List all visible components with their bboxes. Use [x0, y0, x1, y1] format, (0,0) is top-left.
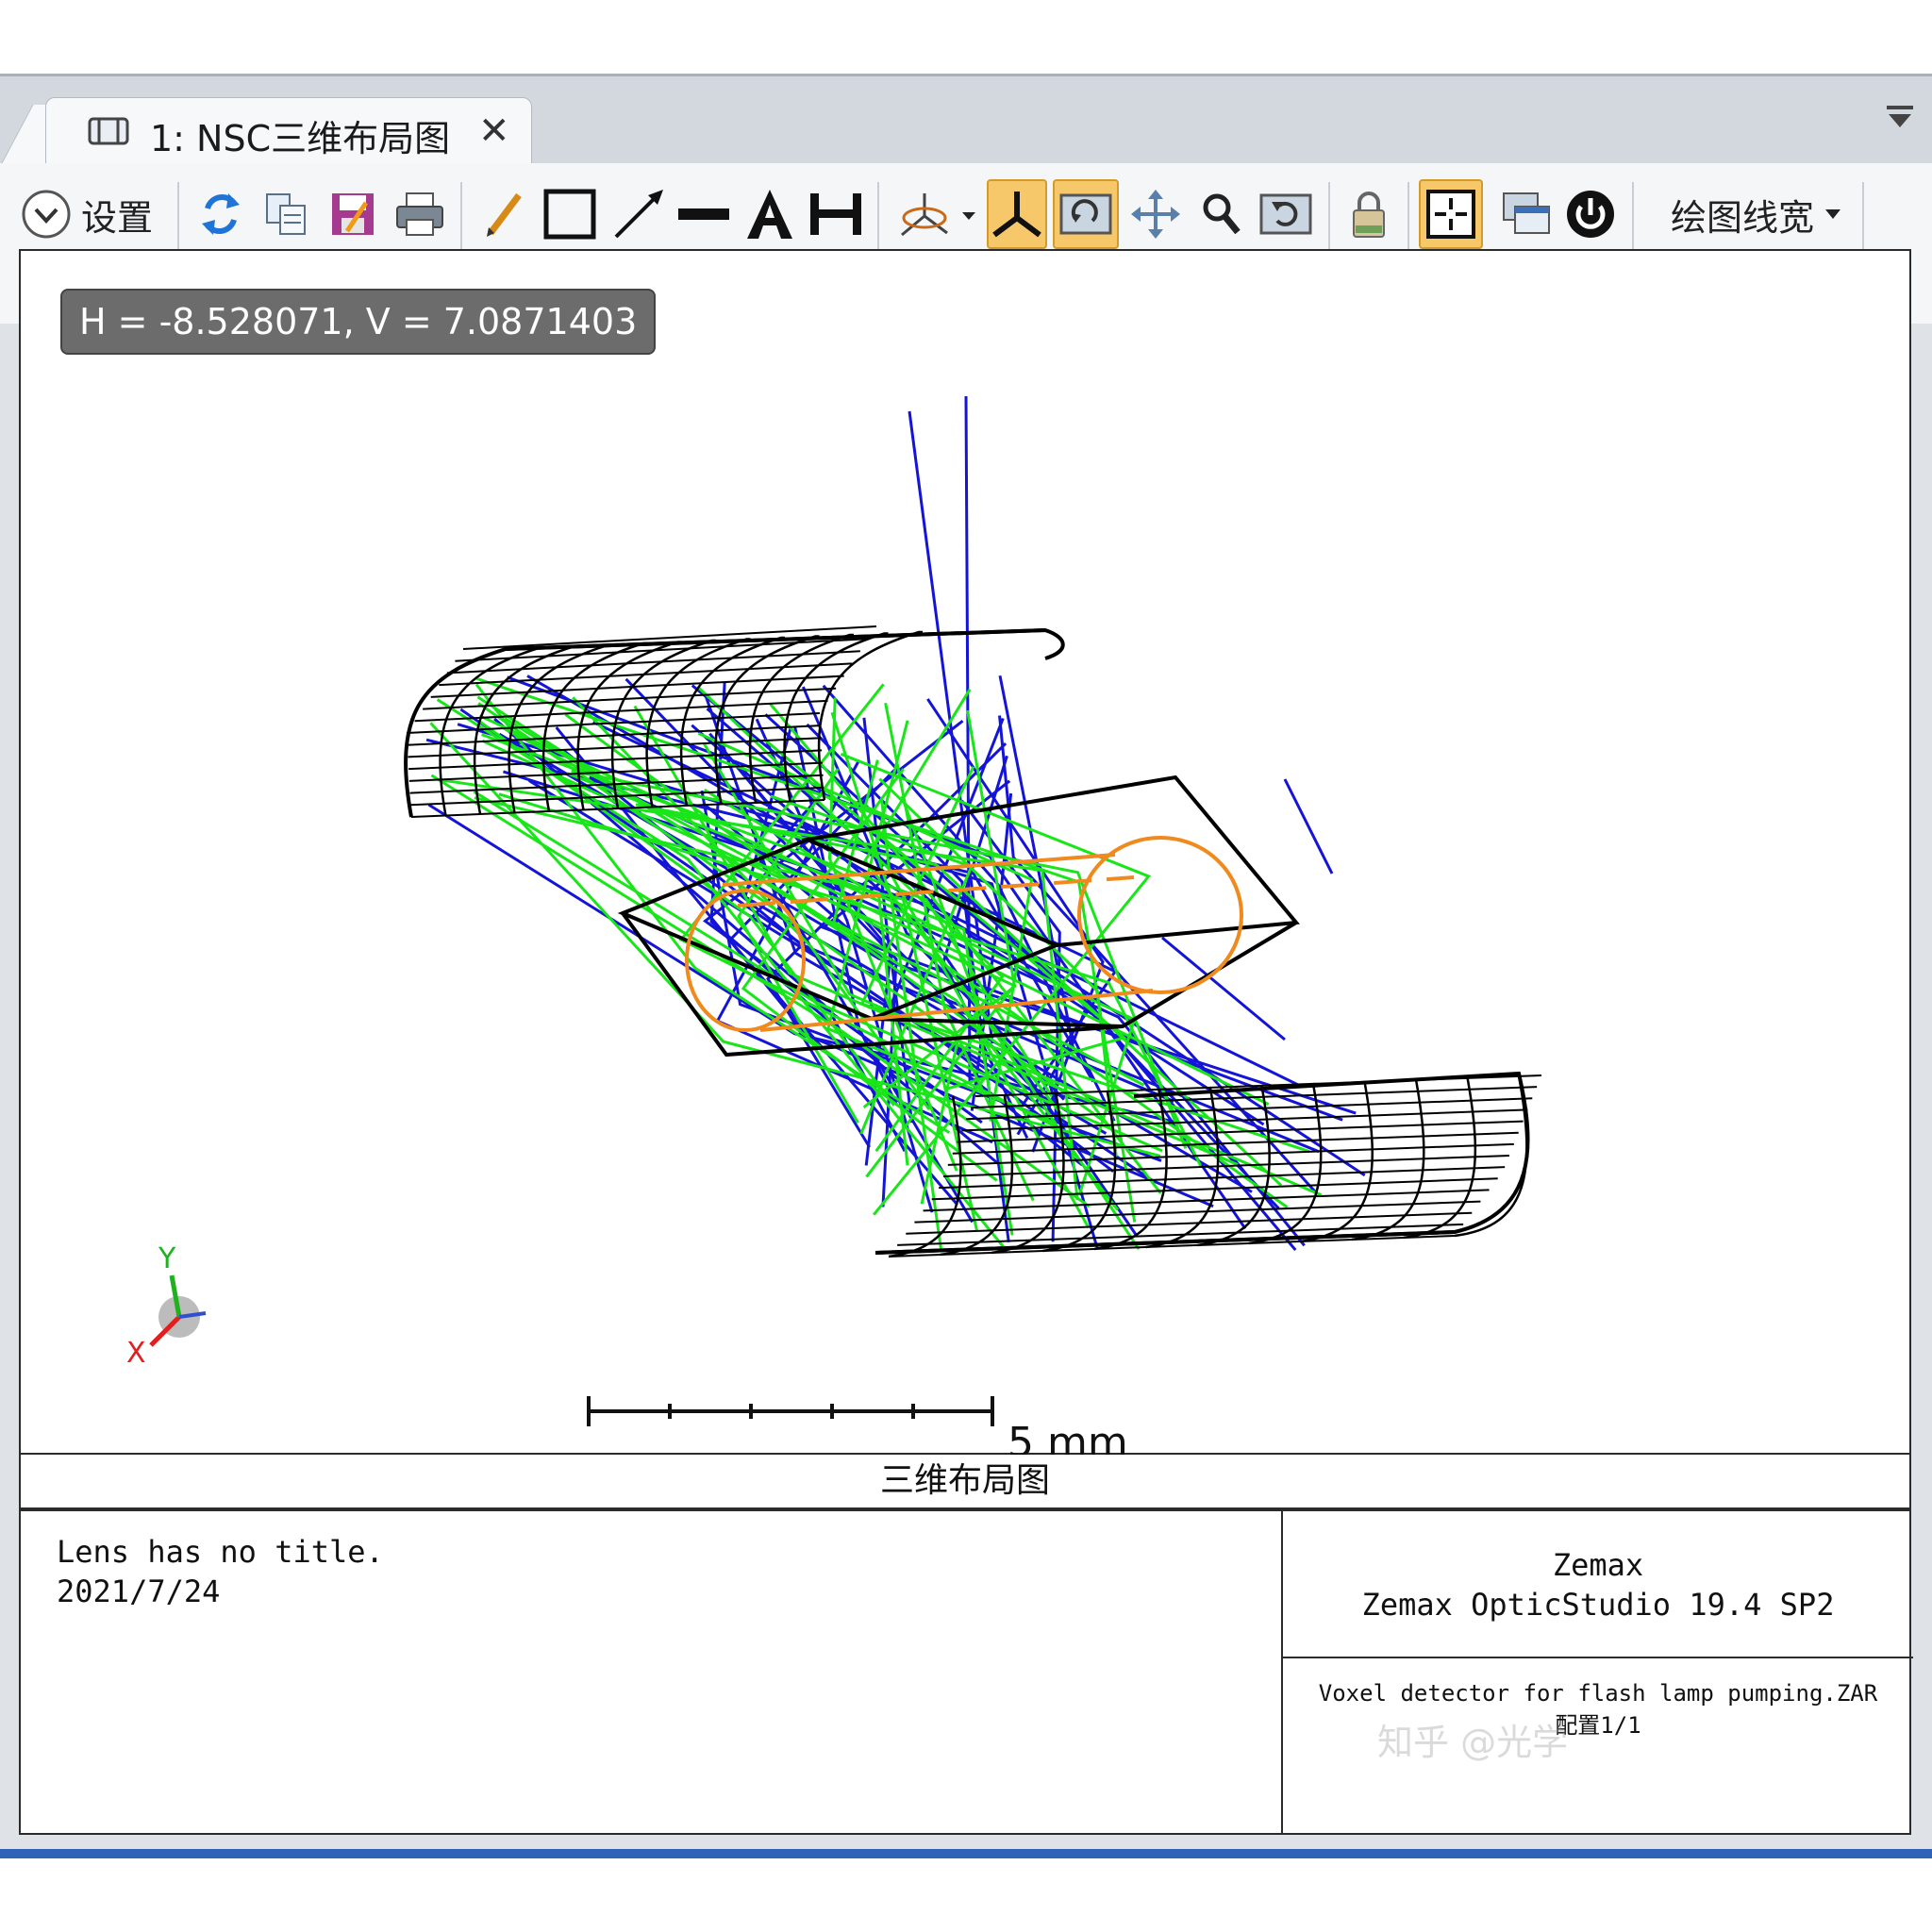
auto-redraw-icon: [1059, 193, 1112, 235]
toolbar-separator: [1407, 182, 1409, 250]
rectangle-icon: [543, 189, 596, 240]
toolbar-separator: [1862, 182, 1864, 250]
window-layout-button[interactable]: [1498, 184, 1555, 244]
settings-button[interactable]: 设置: [21, 184, 153, 244]
magnifier-icon: [1203, 193, 1241, 235]
print-icon: [396, 192, 443, 236]
text-icon: [747, 190, 792, 239]
arrow-icon: [614, 190, 663, 239]
ray-trace-green: [429, 676, 1323, 1252]
window-menu-icon[interactable]: [1885, 103, 1915, 131]
power-button[interactable]: [1562, 184, 1619, 244]
draw-pencil-button[interactable]: [481, 184, 528, 244]
copy-icon: [266, 193, 306, 235]
toolbar-separator: [1328, 182, 1330, 250]
tab-title: 1: NSC三维布局图: [150, 118, 451, 159]
auto-redraw-button[interactable]: [1053, 179, 1119, 249]
tab-strip: 1: NSC三维布局图 ✕: [0, 76, 1932, 164]
text-tool-button[interactable]: [743, 184, 796, 244]
toolbar-separator: [177, 182, 179, 250]
detector-file: Voxel detector for flash lamp pumping.ZA…: [1318, 1680, 1878, 1707]
dimension-tool-button[interactable]: [808, 184, 864, 244]
close-icon[interactable]: ✕: [478, 109, 510, 153]
watermark: 知乎 @光学: [1377, 1722, 1569, 1763]
wire-line: [914, 1200, 1481, 1224]
layout-window-icon: [88, 117, 129, 145]
layout-plot[interactable]: Y X H = -8.528071, V = 7.0871403 5 mm: [19, 249, 1911, 1467]
arrow-tool-button[interactable]: [609, 184, 668, 244]
lock-icon: [1353, 192, 1385, 238]
copy-button[interactable]: [260, 184, 313, 244]
settings-label: 设置: [81, 196, 154, 239]
caret-down-icon: [1825, 209, 1840, 219]
windows-icon: [1503, 192, 1550, 234]
brand-text: Zemax Zemax OpticStudio 19.4 SP2: [1283, 1545, 1913, 1624]
power-icon: [1567, 191, 1614, 238]
wire-line: [505, 628, 1046, 651]
product-name: Zemax OpticStudio 19.4 SP2: [1361, 1587, 1835, 1623]
fit-window-button[interactable]: [1419, 179, 1483, 249]
rotate-view-dropdown[interactable]: [894, 184, 979, 244]
line-icon: [678, 208, 729, 220]
toolbar-separator: [460, 182, 462, 250]
rotate-3d-icon: [901, 193, 975, 237]
wire-line: [439, 662, 853, 687]
wire-line: [931, 1177, 1498, 1201]
info-block: Lens has no title. 2021/7/24 Zemax Zemax…: [19, 1509, 1913, 1835]
reset-view-button[interactable]: [1257, 184, 1315, 244]
company-name: Zemax: [1552, 1547, 1644, 1583]
wire-line: [446, 650, 860, 675]
undo-view-icon: [1259, 193, 1312, 235]
print-button[interactable]: [392, 184, 447, 244]
status-strip: [0, 1849, 1932, 1858]
scale-bar: [587, 1396, 994, 1426]
toolbar-separator: [1632, 182, 1634, 250]
axis-triad: Y X: [126, 1242, 207, 1370]
product-info: Zemax Zemax OpticStudio 19.4 SP2 Voxel d…: [1281, 1511, 1913, 1833]
zoom-button[interactable]: [1196, 184, 1247, 244]
plot-title: 三维布局图: [19, 1455, 1911, 1509]
info-divider: [1283, 1657, 1913, 1658]
axis-view-button[interactable]: [987, 179, 1047, 249]
tab-nsc-3d-layout[interactable]: 1: NSC三维布局图 ✕: [45, 97, 532, 163]
save-button[interactable]: [326, 184, 379, 244]
cursor-coordinate-readout: H = -8.528071, V = 7.0871403: [60, 289, 657, 355]
save-icon: [332, 193, 374, 235]
lens-info: Lens has no title. 2021/7/24: [57, 1532, 384, 1611]
axes-icon: [992, 192, 1041, 238]
toolbar-separator: [877, 182, 879, 250]
fit-icon: [1426, 190, 1475, 239]
lens-title: Lens has no title.: [57, 1534, 384, 1570]
lock-button[interactable]: [1345, 184, 1392, 244]
dimension-icon: [810, 193, 861, 235]
rectangle-tool-button[interactable]: [541, 184, 598, 244]
refresh-icon: [202, 193, 240, 235]
line-tool-button[interactable]: [675, 184, 732, 244]
pan-button[interactable]: [1128, 184, 1183, 244]
chevron-down-icon: [22, 190, 71, 239]
wire-line: [1283, 778, 1334, 874]
nsc-3d-layout-drawing: Y X: [126, 395, 1542, 1426]
move-icon: [1131, 190, 1180, 239]
line-width-dropdown[interactable]: 绘图线宽: [1662, 184, 1851, 244]
axis-y-label: Y: [158, 1242, 176, 1275]
refresh-button[interactable]: [196, 184, 245, 244]
plot-date: 2021/7/24: [57, 1574, 221, 1609]
pencil-icon: [487, 192, 522, 237]
axis-x-label: X: [126, 1337, 146, 1370]
line-width-label: 绘图线宽: [1670, 196, 1814, 239]
